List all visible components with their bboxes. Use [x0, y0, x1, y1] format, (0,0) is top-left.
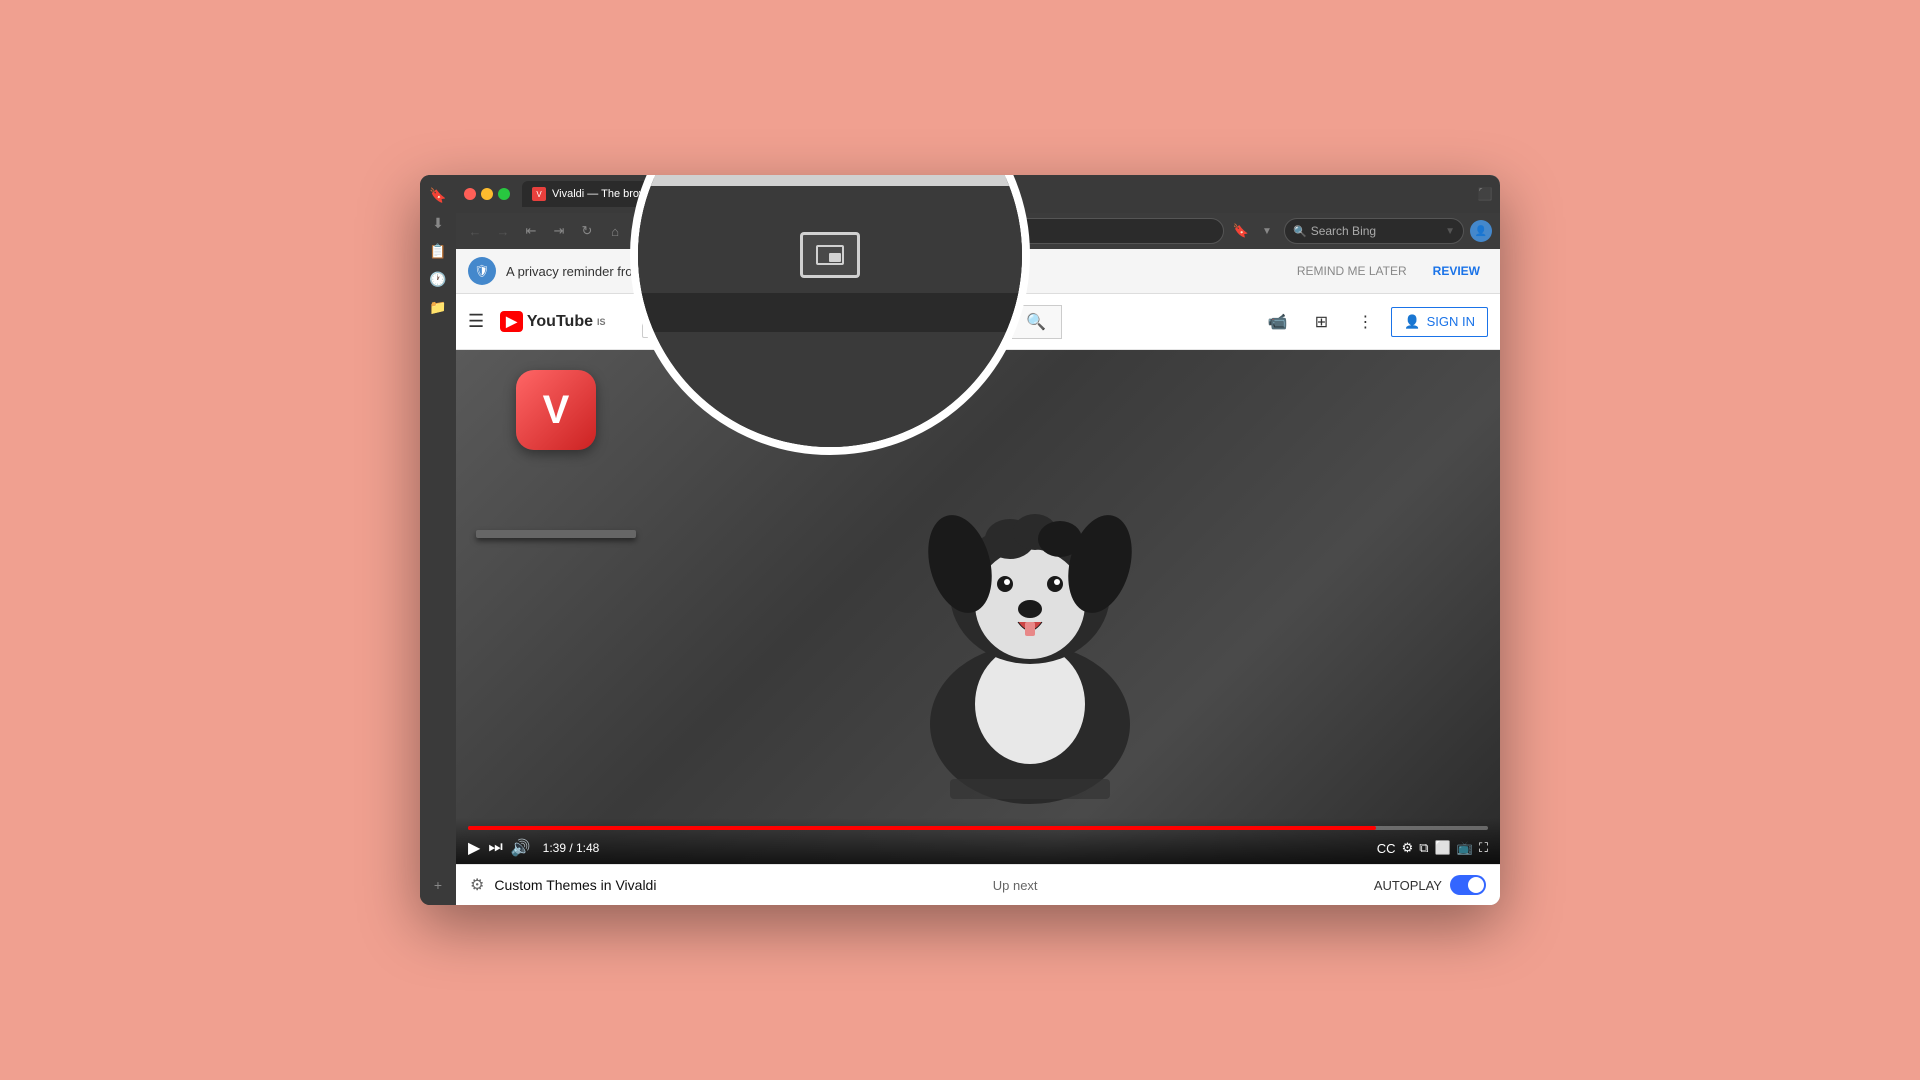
bookmark-icon[interactable]: 🔖	[1230, 220, 1252, 242]
search-text: Search Bing	[1311, 224, 1376, 238]
youtube-grid-icon[interactable]: ⊞	[1303, 304, 1339, 340]
search-bar[interactable]: 🔍 Search Bing ▼	[1284, 218, 1464, 244]
youtube-menu-icon[interactable]: ☰	[468, 311, 484, 332]
sidebar-notes-icon[interactable]: 📋	[426, 239, 450, 263]
forward-button[interactable]: →	[492, 220, 514, 242]
tab-favicon-vivaldi: V	[532, 187, 546, 201]
autoplay-row: AUTOPLAY	[1374, 875, 1486, 895]
right-controls: CC ⚙ ⧉ ⬜ 📺 ⛶	[1377, 840, 1488, 856]
reload-button[interactable]: ↻	[576, 220, 598, 242]
maximize-button[interactable]	[498, 188, 510, 200]
video-controls: ▶ ⏭ 🔊 1:39 / 1:48 CC ⚙ ⧉ ⬜ 📺 ⛶	[456, 818, 1500, 864]
signin-label: SIGN IN	[1427, 314, 1475, 329]
progress-bar[interactable]	[468, 826, 1488, 830]
sidebar-downloads-icon[interactable]: ⬇	[426, 211, 450, 235]
fullscreen-button[interactable]: ⛶	[1479, 840, 1488, 856]
vivaldi-shelf: V	[476, 370, 636, 538]
autoplay-label: AUTOPLAY	[1374, 878, 1442, 893]
cast-button[interactable]: 📺	[1457, 840, 1473, 856]
sidebar-add-icon[interactable]: +	[426, 873, 450, 897]
vivaldi-v-letter: V	[543, 388, 570, 433]
youtube-video-icon[interactable]: 📹	[1259, 304, 1295, 340]
signin-person-icon: 👤	[1404, 314, 1420, 330]
rewind-button[interactable]: ⇤	[520, 220, 542, 242]
remind-later-button[interactable]: REMIND ME LATER	[1289, 260, 1415, 282]
sidebar-history-icon[interactable]: 🕐	[426, 267, 450, 291]
home-button[interactable]: ⌂	[604, 220, 626, 242]
subtitles-button[interactable]: CC	[1377, 841, 1396, 856]
youtube-actions: 📹 ⊞ ⋮ 👤 SIGN IN	[1259, 304, 1488, 340]
browser-sidebar: 🔖 ⬇ 📋 🕐 📁 +	[420, 175, 456, 905]
miniplayer-button[interactable]: ⧉	[1419, 840, 1428, 856]
settings-button[interactable]: ⚙	[1402, 840, 1414, 856]
theater-button[interactable]: ⬜	[1435, 840, 1451, 856]
up-next-label: Up next	[993, 878, 1038, 893]
bookmark-chevron-icon[interactable]: ▼	[1256, 220, 1278, 242]
autoplay-toggle[interactable]	[1450, 875, 1486, 895]
next-button[interactable]: ⏭	[488, 839, 502, 857]
youtube-logo-icon: ▶	[500, 311, 523, 332]
minimize-button[interactable]	[481, 188, 493, 200]
sidebar-files-icon[interactable]: 📁	[426, 295, 450, 319]
youtube-logo-text: YouTube	[527, 313, 593, 331]
review-button[interactable]: REVIEW	[1425, 260, 1488, 282]
search-icon: 🔍	[1293, 225, 1307, 238]
back-button[interactable]: ←	[464, 220, 486, 242]
play-button[interactable]: ▶	[468, 838, 480, 858]
magnifier-overlay	[630, 175, 1030, 455]
shelf	[476, 530, 636, 538]
youtube-logo-superscript: IS	[597, 317, 606, 327]
fast-forward-button[interactable]: ⇥	[548, 220, 570, 242]
user-avatar[interactable]: 👤	[1470, 220, 1492, 242]
traffic-lights	[464, 188, 510, 200]
video-settings-icon[interactable]: ⚙	[470, 875, 484, 895]
controls-row: ▶ ⏭ 🔊 1:39 / 1:48 CC ⚙ ⧉ ⬜ 📺 ⛶	[468, 838, 1488, 858]
window-minimize-icon[interactable]: ⬛	[1478, 187, 1492, 201]
browser-window: 🔖 ⬇ 📋 🕐 📁 + V Vivaldi — The browser tha	[420, 175, 1500, 905]
privacy-icon: 🛡	[468, 257, 496, 285]
time-display: 1:39 / 1:48	[543, 841, 600, 855]
sidebar-bookmarks-icon[interactable]: 🔖	[426, 183, 450, 207]
dog-illustration	[870, 384, 1190, 804]
youtube-more-icon[interactable]: ⋮	[1347, 304, 1383, 340]
below-video-bar: ⚙ Custom Themes in Vivaldi Up next AUTOP…	[456, 864, 1500, 905]
vivaldi-logo: V	[516, 370, 596, 450]
youtube-signin-button[interactable]: 👤 SIGN IN	[1391, 307, 1488, 337]
video-title: Custom Themes in Vivaldi	[494, 877, 656, 893]
volume-button[interactable]: 🔊	[511, 838, 531, 858]
youtube-logo: ▶ YouTube IS	[500, 311, 605, 332]
close-button[interactable]	[464, 188, 476, 200]
search-dropdown-icon[interactable]: ▼	[1445, 226, 1455, 237]
progress-fill	[468, 826, 1376, 830]
